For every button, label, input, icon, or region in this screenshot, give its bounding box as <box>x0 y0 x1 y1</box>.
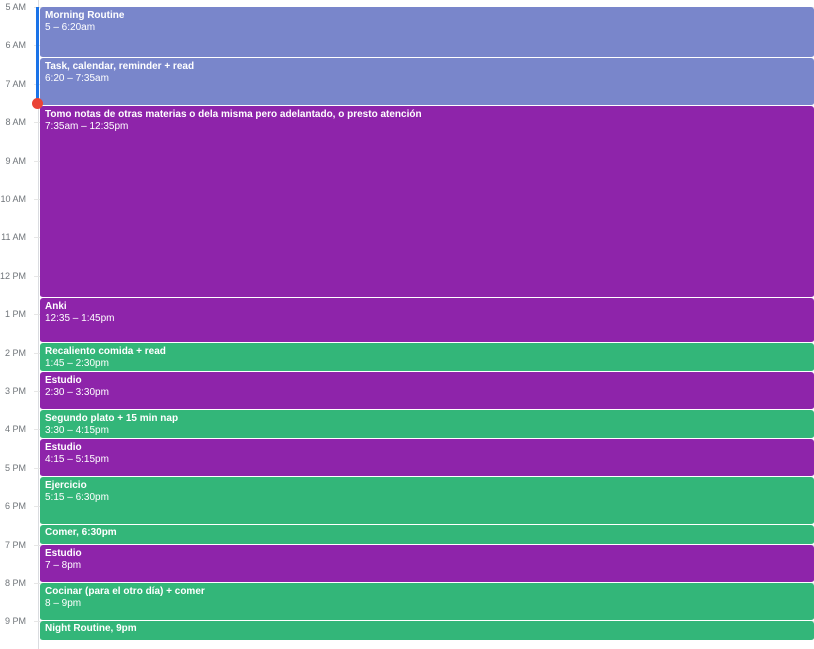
hour-label: 8 AM <box>5 117 26 128</box>
calendar-event[interactable]: Estudio 2:30 – 3:30pm <box>40 371 814 411</box>
hour-label: 2 PM <box>4 347 26 358</box>
event-title: Estudio <box>45 442 82 453</box>
event-time: 6:20 – 7:35am <box>45 73 109 85</box>
event-title: Task, calendar, reminder + read <box>45 61 195 73</box>
hour-label: 1 PM <box>4 309 26 320</box>
event-title: Recaliento comida + read <box>45 346 166 357</box>
hour-label: 6 AM <box>5 40 26 51</box>
calendar-event[interactable]: Segundo plato + 15 min nap 3:30 – 4:15pm <box>40 410 814 439</box>
event-time: 7 – 8pm <box>45 559 82 571</box>
hour-label: 3 PM <box>4 386 26 396</box>
calendar-event[interactable]: Recaliento comida + read 1:45 – 2:30pm <box>40 343 814 372</box>
hour-label: 9 PM <box>4 616 26 627</box>
event-title: Anki <box>45 301 67 313</box>
hour-label: 4 PM <box>4 424 26 435</box>
event-time: 8 – 9pm <box>45 598 82 609</box>
hour-label: 12 PM <box>0 270 27 281</box>
event-title: Cocinar (para el otro día) + comer <box>45 586 205 597</box>
event-title: Comer, 6:30pm <box>45 527 117 539</box>
hour-label: 6 PM <box>4 501 26 512</box>
hour-label: 5 AM <box>5 2 26 12</box>
hour-label: 5 PM <box>4 462 26 473</box>
event-title: Tomo notas de otras materias o dela mism… <box>45 109 422 121</box>
event-time: 12:35 – 1:45pm <box>45 313 115 325</box>
calendar-event[interactable]: Ejercicio 5:15 – 6:30pm <box>40 477 814 526</box>
calendar-event[interactable]: Tomo notas de otras materias o dela mism… <box>40 106 814 299</box>
day-view-calendar: 5 AM 6 AM 7 AM 8 AM 9 AM 10 AM 11 AM 12 PM 1 PM 2… <box>0 0 814 649</box>
event-time: 4:15 – 5:15pm <box>45 454 109 465</box>
event-title: Estudio <box>45 374 82 386</box>
event-time: 5:15 – 6:30pm <box>45 492 109 504</box>
calendar-event[interactable]: Morning Routine 5 – 6:20am <box>40 7 814 59</box>
hour-label: 7 PM <box>4 539 26 550</box>
hour-label: 10 AM <box>0 194 26 204</box>
event-title: Segundo plato + 15 min nap <box>45 413 179 425</box>
calendar-event[interactable]: Cocinar (para el otro día) + comer 8 – 9p… <box>40 583 814 622</box>
calendar-event[interactable]: Estudio 4:15 – 5:15pm <box>40 439 814 478</box>
calendar-event[interactable]: Anki 12:35 – 1:45pm <box>40 298 814 343</box>
current-time-indicator <box>32 98 43 109</box>
event-title: Morning Routine <box>45 10 125 21</box>
calendar-event[interactable]: Comer, 6:30pm <box>40 525 814 545</box>
event-time: 5 – 6:20am <box>45 22 96 33</box>
hour-label: 11 AM <box>1 232 26 243</box>
calendar-event[interactable]: Estudio 7 – 8pm <box>40 544 814 583</box>
elapsed-time-bar <box>36 7 39 105</box>
event-title: Estudio <box>45 547 82 559</box>
hour-label: 9 AM <box>5 155 26 166</box>
event-time: 1:45 – 2:30pm <box>45 358 109 369</box>
event-title: Ejercicio <box>45 480 87 492</box>
event-title: Night Routine, 9pm <box>45 623 137 635</box>
hour-label: 7 AM <box>5 78 26 89</box>
event-time: 3:30 – 4:15pm <box>45 425 109 437</box>
event-time: 7:35am – 12:35pm <box>45 121 129 133</box>
calendar-event[interactable]: Night Routine, 9pm <box>40 621 814 641</box>
event-time: 2:30 – 3:30pm <box>45 386 109 398</box>
calendar-event[interactable]: Task, calendar, reminder + read 6:20 – 7:… <box>40 58 814 107</box>
hour-label: 8 PM <box>4 578 26 588</box>
